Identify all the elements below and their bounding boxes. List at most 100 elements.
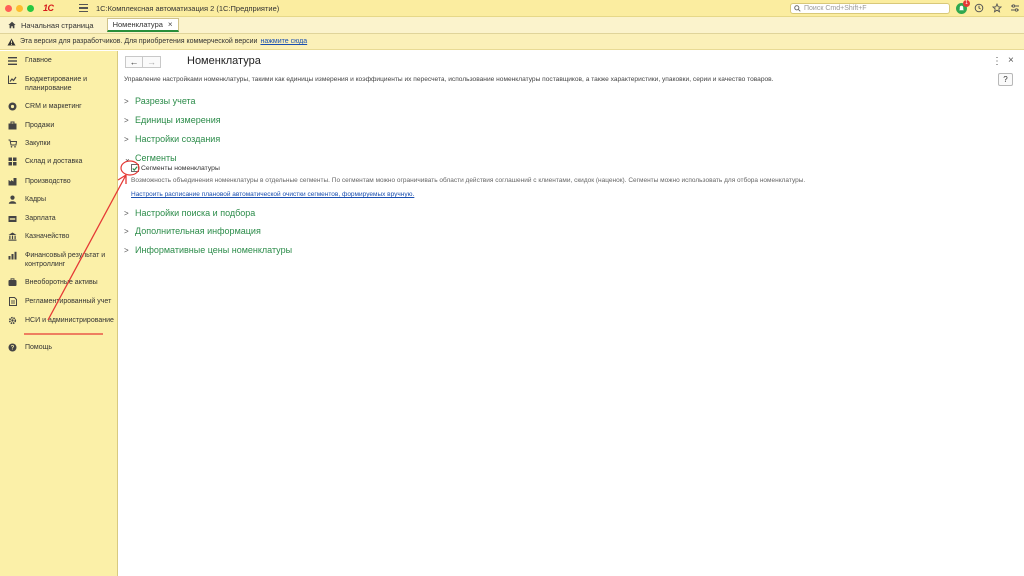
sidebar-item-budgeting[interactable]: Бюджетирование и планирование: [0, 75, 118, 93]
sliders-icon: [1011, 4, 1019, 12]
warning-icon: [6, 37, 16, 46]
chevron-down-icon: ⌄: [124, 153, 131, 163]
sidebar-item-regulated[interactable]: Регламентированный учет: [0, 297, 118, 306]
section-units[interactable]: > Единицы измерения: [124, 115, 221, 125]
sidebar-item-production[interactable]: Производство: [0, 177, 118, 186]
sidebar-item-finance[interactable]: Финансовый результат и контроллинг: [0, 251, 118, 269]
section-creation-settings[interactable]: > Настройки создания: [124, 134, 220, 144]
settings-button[interactable]: [1009, 2, 1021, 14]
sidebar-item-label: Бюджетирование и планирование: [25, 76, 88, 92]
treasury-icon: [8, 232, 17, 241]
search-placeholder: Поиск Cmd+Shift+F: [804, 5, 867, 12]
sidebar: Главное Бюджетирование и планирование CR…: [0, 51, 118, 576]
maximize-window-button[interactable]: [27, 4, 34, 12]
notification-badge: 1: [963, 0, 970, 7]
forward-button[interactable]: →: [143, 56, 161, 68]
segments-schedule-link[interactable]: Настроить расписание плановой автоматиче…: [131, 191, 414, 198]
history-button[interactable]: [973, 2, 985, 14]
section-segments[interactable]: ⌄ Сегменты: [124, 153, 177, 163]
chevron-right-icon: >: [124, 245, 129, 255]
sidebar-item-label: Регламентированный учет: [25, 298, 112, 305]
sidebar-item-label: Внеоборотные активы: [25, 279, 98, 286]
chevron-right-icon: >: [124, 96, 129, 106]
notifications-button[interactable]: 1: [956, 0, 970, 14]
money-icon: [8, 214, 17, 223]
sidebar-item-crm[interactable]: CRM и маркетинг: [0, 102, 118, 111]
close-window-button[interactable]: [5, 4, 12, 12]
section-accounting-dimensions[interactable]: > Разрезы учета: [124, 96, 196, 106]
sidebar-item-help[interactable]: ? Помощь: [0, 343, 118, 352]
minimize-window-button[interactable]: [16, 4, 23, 12]
section-label: Настройки поиска и подбора: [135, 208, 256, 218]
sidebar-item-label: Казначейство: [25, 233, 70, 240]
sidebar-item-label: НСИ и администрирование: [25, 317, 114, 324]
sidebar-item-label: CRM и маркетинг: [25, 103, 82, 110]
gear-icon: [8, 316, 17, 325]
sidebar-item-purchases[interactable]: Закупки: [0, 139, 118, 148]
chart-icon: [8, 75, 17, 84]
search-input[interactable]: Поиск Cmd+Shift+F: [790, 3, 950, 14]
window-controls: [5, 4, 34, 12]
sidebar-item-label: Закупки: [25, 140, 51, 147]
close-form-icon[interactable]: ×: [1008, 55, 1014, 66]
segments-description: Возможность объединения номенклатуры в о…: [131, 177, 806, 184]
sidebar-item-salary[interactable]: Зарплата: [0, 214, 118, 223]
person-icon: [8, 195, 17, 204]
help-button[interactable]: ?: [998, 73, 1013, 86]
star-icon: [992, 3, 1002, 13]
sidebar-item-label: Производство: [25, 178, 71, 185]
app-logo: 1С: [43, 2, 54, 13]
tab-home[interactable]: Начальная страница: [3, 18, 99, 33]
checkmark-icon: [132, 165, 138, 171]
factory-icon: [8, 177, 17, 186]
chevron-right-icon: >: [124, 134, 129, 144]
arrow-left-icon: ←: [129, 57, 139, 67]
buy-commercial-link[interactable]: нажмите сюда: [260, 38, 307, 45]
section-label: Единицы измерения: [135, 115, 221, 125]
section-search-settings[interactable]: > Настройки поиска и подбора: [124, 208, 255, 218]
segments-checkbox[interactable]: Сегменты номенклатуры: [131, 164, 220, 172]
main-menu-icon[interactable]: [79, 4, 88, 12]
document-icon: [8, 297, 17, 306]
bag-icon: [8, 121, 17, 130]
close-tab-icon[interactable]: ×: [168, 20, 173, 29]
sidebar-item-label: Главное: [25, 57, 52, 64]
sidebar-item-sales[interactable]: Продажи: [0, 121, 118, 130]
section-label: Разрезы учета: [135, 96, 196, 106]
sidebar-item-label: Склад и доставка: [25, 158, 83, 165]
sidebar-item-hr[interactable]: Кадры: [0, 195, 118, 204]
section-label: Настройки создания: [135, 134, 221, 144]
finance-icon: [8, 251, 17, 260]
history-icon: [974, 3, 984, 13]
app-title: 1С:Комплексная автоматизация 2 (1С:Предп…: [96, 3, 280, 13]
main-content: ← → Номенклатура ⋮ × ? Управление настро…: [118, 51, 1024, 576]
tab-nomenclature[interactable]: Номенклатура ×: [106, 18, 179, 32]
more-actions-icon[interactable]: ⋮: [992, 56, 1002, 67]
crm-icon: [8, 102, 17, 111]
sidebar-item-treasury[interactable]: Казначейство: [0, 232, 118, 241]
search-icon: [794, 5, 801, 12]
warehouse-icon: [8, 157, 17, 166]
menu-lines-icon: [8, 56, 17, 65]
sidebar-item-main[interactable]: Главное: [0, 56, 118, 65]
sidebar-item-nsi-admin[interactable]: НСИ и администрирование: [0, 316, 118, 325]
home-icon: [8, 21, 16, 29]
section-additional-info[interactable]: > Дополнительная информация: [124, 226, 261, 236]
assets-icon: [8, 278, 17, 287]
favorites-button[interactable]: [991, 2, 1003, 14]
history-navigation: ← →: [125, 56, 161, 68]
back-button[interactable]: ←: [125, 56, 143, 68]
page-description: Управление настройками номенклатуры, так…: [124, 76, 774, 83]
cart-icon: [8, 139, 17, 148]
tab-home-label: Начальная страница: [21, 20, 94, 30]
tabs-bar: Начальная страница Номенклатура ×: [0, 17, 1024, 34]
sidebar-item-label: Помощь: [25, 344, 53, 351]
section-informative-prices[interactable]: > Информативные цены номенклатуры: [124, 245, 292, 255]
chevron-right-icon: >: [124, 226, 129, 236]
help-icon: ?: [8, 343, 17, 352]
checkbox-box[interactable]: [131, 164, 139, 172]
sidebar-item-fixed-assets[interactable]: Внеоборотные активы: [0, 278, 118, 287]
sidebar-item-label: Зарплата: [25, 215, 56, 222]
page-title: Номенклатура: [187, 55, 261, 67]
sidebar-item-warehouse[interactable]: Склад и доставка: [0, 157, 118, 166]
